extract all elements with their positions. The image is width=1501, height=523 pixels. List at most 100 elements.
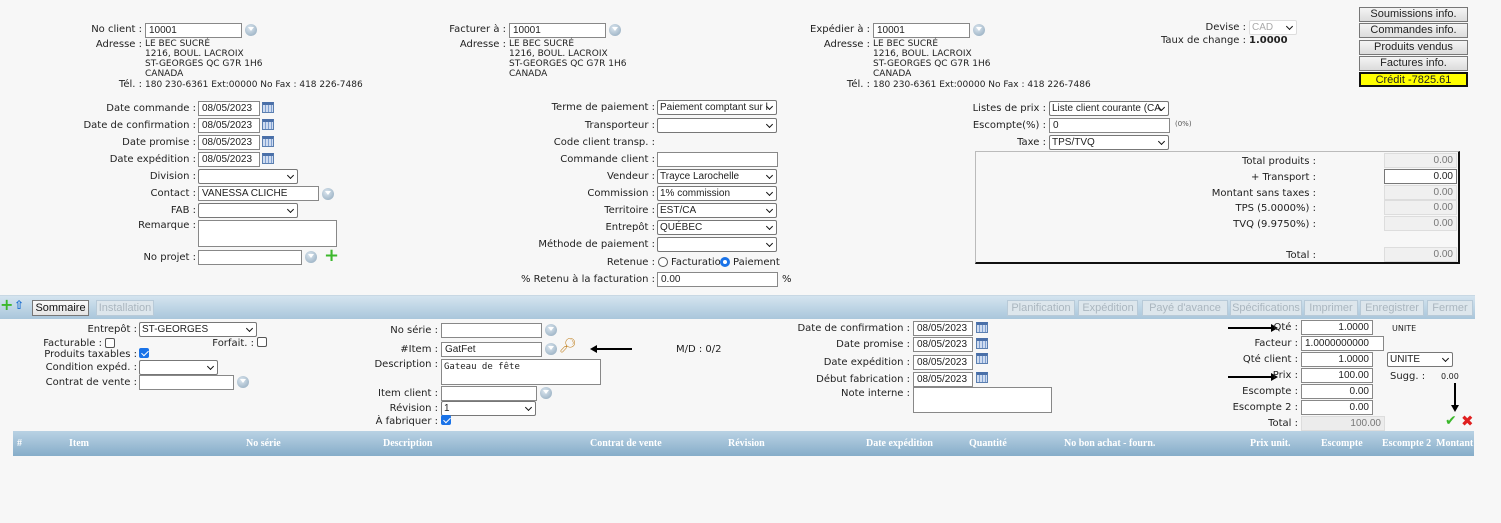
calendar-icon[interactable] [262,153,274,164]
search-icon[interactable]: 🔎︎ [559,338,577,354]
planification-button[interactable]: Planification [1007,300,1075,316]
qte-label: Qté : [1273,322,1299,333]
tab-sommaire[interactable]: Sommaire [32,300,89,316]
expedier-input[interactable]: 10001 [873,23,970,38]
taxe-select[interactable]: TPS/TVQ [1049,135,1169,150]
contact-lookup-icon[interactable] [322,188,334,200]
line-escompte-label: Escompte : [1242,386,1298,397]
billing-lookup-icon[interactable] [609,24,621,36]
move-up-icon[interactable]: ⇧ [14,298,24,312]
calendar-icon[interactable] [976,353,988,364]
no-client-input[interactable]: 10001 [145,23,242,38]
item-client-input[interactable] [441,386,537,401]
entrepot-select[interactable]: QUÉBEC [657,220,777,235]
note-interne-textarea[interactable] [913,387,1052,413]
cancel-x-icon[interactable]: ✖ [1461,412,1474,430]
fermer-button[interactable]: Fermer [1427,300,1473,316]
retenue-facturation-radio[interactable] [658,257,668,267]
date-commande-label: Date commande : [106,103,196,114]
transport-input[interactable]: 0.00 [1384,169,1457,184]
pct-retenu-input[interactable]: 0.00 [657,272,778,287]
projet-lookup-icon[interactable] [305,251,317,263]
enregistrer-button[interactable]: Enregistrer [1360,300,1424,316]
qte-input[interactable]: 1.0000 [1301,320,1373,335]
shipping-address: LE BEC SUCRÉ 1216, BOUL. LACROIX ST-GEORGE… [873,39,990,79]
montant-sans-taxes-label: Montant sans taxes : [1211,188,1316,199]
division-select[interactable] [198,169,298,184]
add-projet-icon[interactable]: + [324,247,339,265]
terme-select[interactable]: Paiement comptant sur l [657,100,777,115]
factures-info-button[interactable]: Factures info. [1359,56,1468,71]
qte-client-input[interactable]: 1.0000 [1301,352,1373,367]
tps-label: TPS (5.0000%) : [1235,203,1316,214]
line-date-expedition-input[interactable]: 08/05/2023 [913,355,973,370]
credit-button[interactable]: Crédit -7825.61 [1359,72,1468,87]
prix-input[interactable]: 100.00 [1301,368,1373,383]
condition-select[interactable] [139,360,218,375]
line-escompte2-input[interactable]: 0.00 [1301,400,1373,415]
facteur-label: Facteur : [1254,338,1298,349]
facteur-input[interactable]: 1.0000000000 [1301,336,1384,351]
tab-installation[interactable]: Installation [96,300,154,316]
address-line: LE BEC SUCRÉ [873,39,939,49]
col-date-expedition: Date expédition [866,438,933,449]
calendar-icon[interactable] [262,102,274,113]
line-escompte-input[interactable]: 0.00 [1301,384,1373,399]
listes-prix-select[interactable]: Liste client courante (CA [1049,101,1169,116]
unite-select[interactable]: UNITE [1387,352,1453,367]
line-date-confirmation-input[interactable]: 08/05/2023 [913,321,973,336]
no-serie-input[interactable] [441,323,542,338]
methode-paiement-select[interactable] [657,237,777,252]
calendar-icon[interactable] [976,372,988,383]
item-lookup-icon[interactable] [545,343,557,355]
tps-value: 0.00 [1384,200,1457,215]
paye-avance-button[interactable]: Payé d'avance [1142,300,1228,316]
contrat-lookup-icon[interactable] [237,376,249,388]
commission-label: Commission : [587,188,655,199]
commande-client-input[interactable] [657,152,778,167]
escompte-pct-input[interactable]: 0 [1049,118,1170,133]
contact-input[interactable]: VANESSA CLICHE [198,186,319,201]
produits-vendus-button[interactable]: Produits vendus [1359,40,1468,55]
remarque-textarea[interactable] [198,220,337,247]
col-number: # [17,438,22,449]
client-lookup-icon[interactable] [245,24,257,36]
imprimer-button[interactable]: Imprimer [1304,300,1358,316]
debut-fabrication-input[interactable]: 08/05/2023 [913,372,973,387]
date-commande-input[interactable]: 08/05/2023 [198,101,260,116]
item-input[interactable]: GatFet [441,342,542,357]
no-projet-input[interactable] [198,250,302,265]
line-date-promise-input[interactable]: 08/05/2023 [913,337,973,352]
date-expedition-input[interactable]: 08/05/2023 [198,152,260,167]
calendar-icon[interactable] [262,119,274,130]
date-confirmation-input[interactable]: 08/05/2023 [198,118,260,133]
tvq-label: TVQ (9.9750%) : [1233,219,1316,230]
soumissions-info-button[interactable]: Soumissions info. [1359,7,1468,22]
commission-select[interactable]: 1% commission [657,186,777,201]
no-serie-label: No série : [390,325,438,336]
territoire-select[interactable]: EST/CA [657,203,777,218]
taxables-checkbox[interactable] [139,348,149,358]
description-textarea[interactable]: Gateau de fête [441,359,601,385]
calendar-icon[interactable] [262,136,274,147]
retenue-paiement-radio[interactable] [720,257,730,267]
vendeur-select[interactable]: Trayce Larochelle [657,169,777,184]
commandes-info-button[interactable]: Commandes info. [1359,23,1468,38]
calendar-icon[interactable] [976,322,988,333]
calendar-icon[interactable] [976,338,988,349]
transporteur-select[interactable] [657,118,777,133]
shipping-lookup-icon[interactable] [973,24,985,36]
specifications-button[interactable]: Spécifications [1230,300,1302,316]
date-promise-input[interactable]: 08/05/2023 [198,135,260,150]
address-line: LE BEC SUCRÉ [145,39,211,49]
confirm-check-icon[interactable]: ✔ [1445,413,1457,429]
expedition-button[interactable]: Expédition [1078,300,1138,316]
facturer-input[interactable]: 10001 [509,23,606,38]
fabriquer-checkbox[interactable] [441,415,451,425]
serie-lookup-icon[interactable] [545,324,557,336]
devise-select[interactable]: CAD [1249,20,1297,35]
item-client-lookup-icon[interactable] [540,387,552,399]
add-line-icon[interactable]: + [0,297,13,313]
revision-select[interactable]: 1 [441,401,536,416]
fab-select[interactable] [198,203,298,218]
